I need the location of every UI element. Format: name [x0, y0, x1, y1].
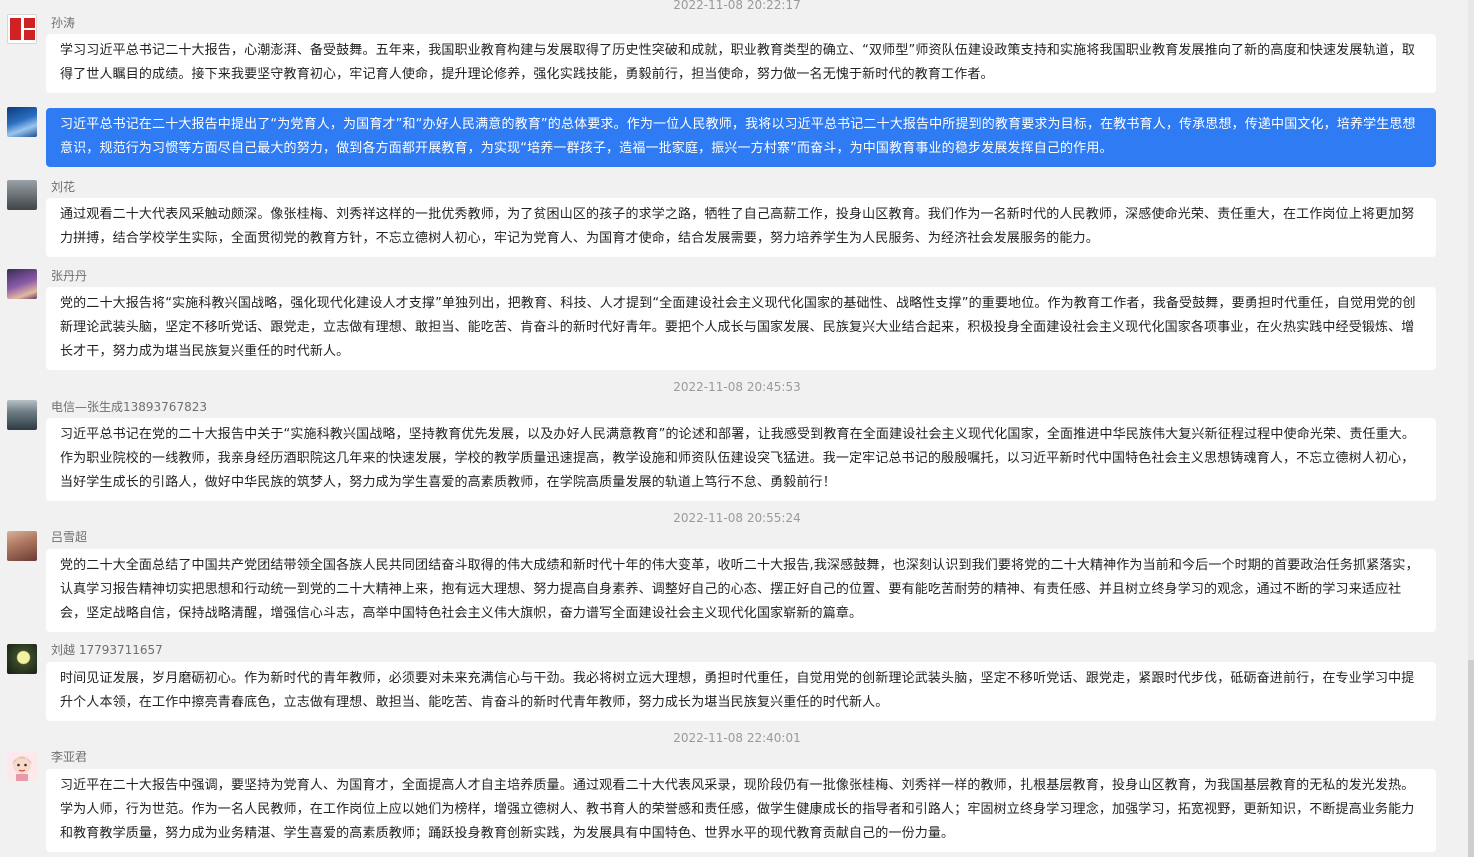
- sender-name: 吕雪超: [51, 530, 88, 544]
- message-bubble[interactable]: 习近平总书记在党的二十大报告中关于“实施科教兴国战略，坚持教育优先发展，以及办好…: [46, 418, 1436, 501]
- sky-avatar[interactable]: [7, 107, 37, 137]
- message-bubble-selected[interactable]: 习近平总书记在二十大报告中提出了“为党育人，为国育才”和“办好人民满意的教育”的…: [46, 108, 1436, 167]
- vertical-scrollbar[interactable]: [1468, 0, 1474, 857]
- cartoon-girl-avatar[interactable]: [7, 751, 37, 781]
- purple-avatar[interactable]: [7, 269, 37, 299]
- message-bubble[interactable]: 习近平在二十大报告中强调，要坚持为党育人、为国育才，全面提高人才自主培养质量。通…: [46, 769, 1436, 852]
- man2-avatar[interactable]: [7, 400, 37, 430]
- sender-name: 刘花: [51, 180, 76, 194]
- sender-name: 刘越 17793711657: [51, 643, 163, 657]
- chat-history-panel[interactable]: 2022-11-08 20:22:17 孙涛 学习习近平总书记二十大报告，心潮澎…: [0, 0, 1474, 857]
- sender-name: 张丹丹: [51, 269, 88, 283]
- timestamp: 2022-11-08 22:40:01: [673, 731, 801, 745]
- scrollbar-thumb[interactable]: [1468, 660, 1474, 857]
- timestamp: 2022-11-08 20:45:53: [673, 380, 801, 394]
- message-bubble[interactable]: 党的二十大报告将“实施科教兴国战略，强化现代化建设人才支撑”单独列出，把教育、科…: [46, 287, 1436, 370]
- moon-avatar[interactable]: [7, 644, 37, 674]
- man-avatar[interactable]: [7, 180, 37, 210]
- girl-avatar[interactable]: [7, 531, 37, 561]
- red-seal-avatar[interactable]: [7, 14, 37, 44]
- message-bubble[interactable]: 时间见证发展，岁月磨砺初心。作为新时代的青年教师，必须要对未来充满信心与干劲。我…: [46, 662, 1436, 721]
- sender-name: 李亚君: [51, 750, 88, 764]
- message-bubble[interactable]: 通过观看二十大代表风采触动颇深。像张桂梅、刘秀祥这样的一批优秀教师，为了贫困山区…: [46, 198, 1436, 257]
- message-bubble[interactable]: 党的二十大全面总结了中国共产党团结带领全国各族人民共同团结奋斗取得的伟大成绩和新…: [46, 549, 1436, 632]
- timestamp: 2022-11-08 20:55:24: [673, 511, 801, 525]
- message-bubble[interactable]: 学习习近平总书记二十大报告，心潮澎湃、备受鼓舞。五年来，我国职业教育构建与发展取…: [46, 34, 1436, 93]
- timestamp: 2022-11-08 20:22:17: [673, 0, 801, 12]
- sender-name: 孙涛: [51, 16, 76, 30]
- sender-name: 电信—张生成13893767823: [51, 400, 207, 414]
